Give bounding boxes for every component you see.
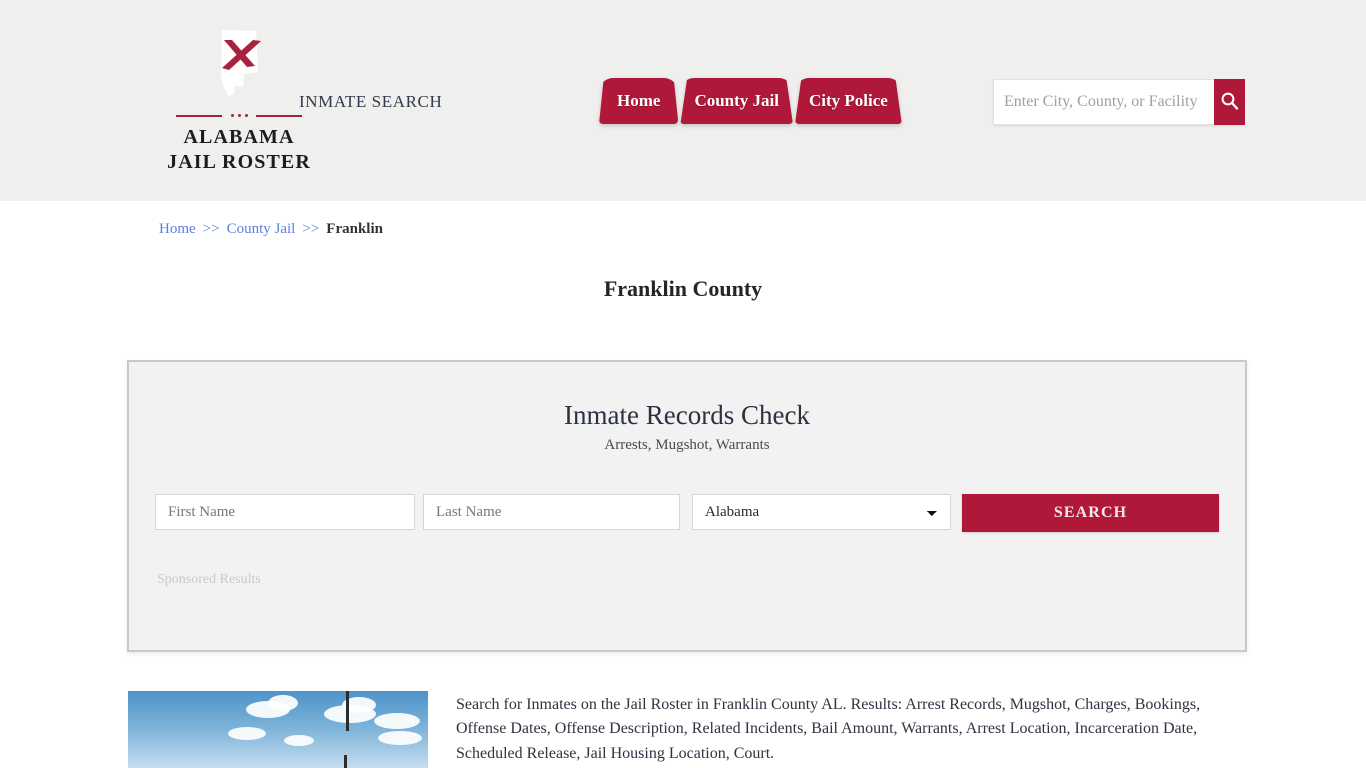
state-select[interactable]: Alabama xyxy=(692,494,951,530)
logo-text: ALABAMA JAIL ROSTER xyxy=(159,125,319,175)
breadcrumb-separator-1: >> xyxy=(202,221,220,237)
page-content: Home >> County Jail >> Franklin Franklin Cou… xyxy=(123,201,1247,768)
form-search-button[interactable]: SEARCH xyxy=(962,494,1219,532)
site-header: ALABAMA JAIL ROSTER INMATE SEARCH Home C… xyxy=(0,0,1366,201)
jail-description: Search for Inmates on the Jail Roster in… xyxy=(456,696,1201,762)
card-subtitle: Arrests, Mugshot, Warrants xyxy=(604,437,770,453)
inmate-records-card: Inmate Records Check Arrests, Mugshot, W… xyxy=(127,360,1247,652)
breadcrumb: Home >> County Jail >> Franklin xyxy=(123,201,1243,238)
site-tagline: INMATE SEARCH xyxy=(299,92,443,111)
nav-item-county-jail[interactable]: County Jail xyxy=(680,78,793,124)
inmate-search-form: Alabama SEARCH xyxy=(129,494,1245,532)
jail-photo[interactable] xyxy=(128,691,428,768)
breadcrumb-link-home[interactable]: Home xyxy=(159,221,196,237)
last-name-input[interactable] xyxy=(423,494,680,530)
nav-item-city-police[interactable]: City Police xyxy=(794,78,902,124)
logo-line-2: JAIL ROSTER xyxy=(167,151,311,173)
flagpole-shape xyxy=(346,691,349,731)
breadcrumb-separator-2: >> xyxy=(302,221,320,237)
main-navigation: Home County Jail City Police xyxy=(599,78,904,124)
sponsored-results-label: Sponsored Results xyxy=(157,572,261,587)
card-title: Inmate Records Check xyxy=(564,400,810,430)
search-icon xyxy=(1220,91,1239,113)
jail-info-section: Search for Inmates on the Jail Roster in… xyxy=(128,691,1248,768)
page-title: Franklin County xyxy=(603,276,763,301)
search-submit-button[interactable] xyxy=(1214,79,1245,125)
breadcrumb-link-county-jail[interactable]: County Jail xyxy=(227,221,296,237)
alabama-state-flag-icon xyxy=(204,28,274,106)
jail-building-shape xyxy=(344,755,347,768)
logo-divider xyxy=(176,111,302,121)
header-inner: ALABAMA JAIL ROSTER INMATE SEARCH Home C… xyxy=(123,0,1245,201)
first-name-input[interactable] xyxy=(155,494,415,530)
header-search xyxy=(993,79,1245,125)
site-logo[interactable]: ALABAMA JAIL ROSTER xyxy=(159,28,319,175)
logo-line-1: ALABAMA xyxy=(183,126,295,148)
breadcrumb-current: Franklin xyxy=(326,221,383,237)
search-input[interactable] xyxy=(993,79,1214,125)
nav-item-home[interactable]: Home xyxy=(599,78,679,124)
